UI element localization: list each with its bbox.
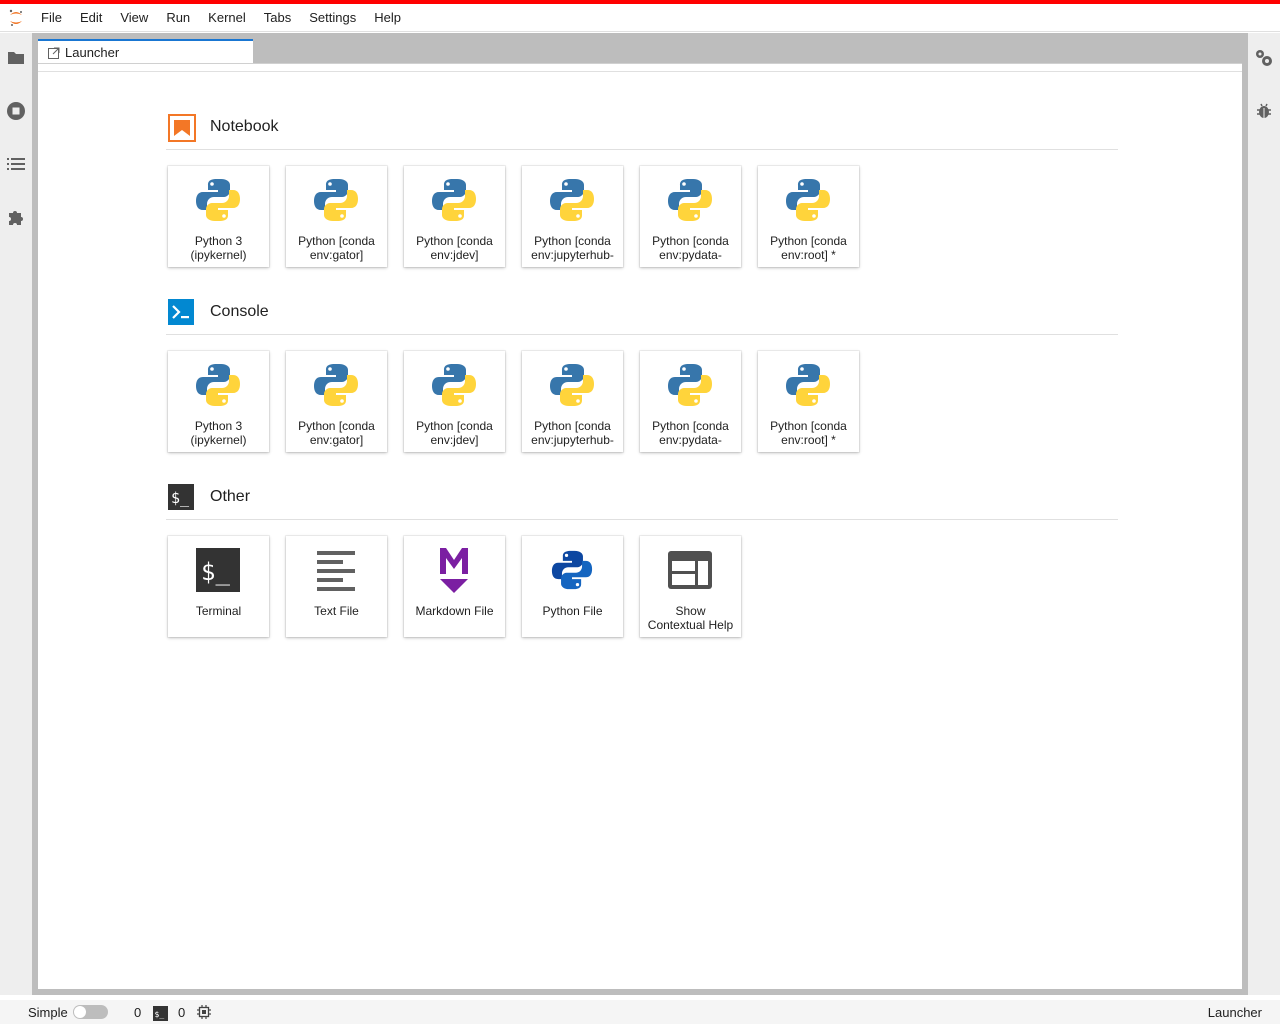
jupyter-logo-icon — [0, 4, 32, 32]
card-label: Python [conda env:pydata- — [652, 234, 729, 262]
svg-text:$_: $_ — [201, 558, 230, 586]
launcher-card[interactable]: Python [conda env:jdev] — [404, 351, 505, 452]
python-logo-icon — [194, 176, 242, 224]
launcher-card[interactable]: Python [conda env:root] * — [758, 351, 859, 452]
main-dock-area: Launcher Notebook Python 3 (ipykernel) P… — [32, 33, 1248, 995]
python-logo-icon — [312, 176, 360, 224]
card-label: Python [conda env:jupyterhub- — [531, 419, 614, 447]
python-logo-icon — [194, 361, 242, 409]
extension-manager-icon[interactable] — [6, 207, 26, 227]
python-logo-icon — [548, 361, 596, 409]
menu-file[interactable]: File — [32, 4, 71, 32]
launcher-card[interactable]: Show Contextual Help — [640, 536, 741, 637]
section-header: Console — [166, 297, 1118, 335]
console-icon — [168, 299, 194, 325]
launcher-card[interactable]: Markdown File — [404, 536, 505, 637]
launcher-card[interactable]: Python [conda env:pydata- — [640, 351, 741, 452]
launcher-card[interactable]: Python [conda env:jupyterhub- — [522, 351, 623, 452]
card-label: Python File — [542, 604, 603, 618]
section-title: Other — [210, 488, 251, 505]
svg-text:$_: $_ — [171, 489, 190, 507]
launcher-card[interactable]: Python File — [522, 536, 623, 637]
terminal-icon: $_ — [168, 484, 194, 510]
simple-mode-toggle[interactable] — [73, 1005, 108, 1019]
status-current-activity: Launcher — [1207, 1005, 1262, 1020]
right-sidebar — [1248, 33, 1280, 995]
python-logo-icon — [430, 361, 478, 409]
menu-settings[interactable]: Settings — [300, 4, 365, 32]
launcher-panel: Notebook Python 3 (ipykernel) Python [co… — [38, 63, 1242, 989]
python-logo-icon — [430, 176, 478, 224]
launcher-card[interactable]: Python [conda env:root] * — [758, 166, 859, 267]
toggle-knob — [74, 1006, 86, 1018]
card-label: Python [conda env:jdev] — [416, 419, 493, 447]
terminal-count[interactable]: 0 — [178, 1005, 185, 1020]
card-label: Python [conda env:jupyterhub- — [531, 234, 614, 262]
divider — [38, 71, 1242, 72]
card-label: Python [conda env:root] * — [770, 234, 847, 262]
card-label: Python [conda env:root] * — [770, 419, 847, 447]
card-label: Python [conda env:jdev] — [416, 234, 493, 262]
kernel-count[interactable]: 0 — [134, 1005, 141, 1020]
card-label: Python 3 (ipykernel) — [190, 234, 247, 262]
simple-mode-label: Simple — [28, 1005, 68, 1020]
tab-bar: Launcher — [38, 39, 1242, 64]
card-label: Python 3 (ipykernel) — [190, 419, 247, 447]
card-label: Markdown File — [415, 604, 494, 618]
menubar: File Edit View Run Kernel Tabs Settings … — [0, 4, 1280, 32]
svg-text:$_: $_ — [155, 1010, 165, 1019]
contextual-help-icon — [666, 546, 714, 594]
card-label: Python [conda env:pydata- — [652, 419, 729, 447]
table-of-contents-icon[interactable] — [6, 154, 26, 174]
kernel-icon[interactable] — [197, 1005, 211, 1022]
tab-launcher-label: Launcher — [65, 45, 120, 60]
launcher-icon — [48, 47, 60, 59]
menu-tabs[interactable]: Tabs — [255, 4, 300, 32]
launcher-card[interactable]: Python [conda env:jupyterhub- — [522, 166, 623, 267]
card-label: Terminal — [195, 604, 242, 618]
card-label: Text File — [314, 604, 359, 618]
markdown-icon — [430, 546, 478, 594]
python-logo-icon — [548, 176, 596, 224]
section-title: Console — [210, 303, 269, 320]
left-sidebar — [0, 33, 32, 995]
card-label: Show Contextual Help — [647, 604, 734, 632]
launcher-card[interactable]: Python 3 (ipykernel) — [168, 166, 269, 267]
python-logo-icon — [666, 176, 714, 224]
launcher-card[interactable]: $_ Terminal — [168, 536, 269, 637]
section-header: $_ Other — [166, 482, 1118, 520]
python-logo-icon — [312, 361, 360, 409]
launcher-card[interactable]: Python [conda env:pydata- — [640, 166, 741, 267]
notebook-icon — [168, 114, 196, 142]
menu-view[interactable]: View — [111, 4, 157, 32]
section-header: Notebook — [166, 112, 1118, 150]
launcher-card[interactable]: Python [conda env:gator] — [286, 166, 387, 267]
terminal-icon: $_ — [194, 546, 242, 594]
terminal-icon[interactable]: $_ — [153, 1006, 168, 1024]
menu-help[interactable]: Help — [365, 4, 410, 32]
launcher-card[interactable]: Python [conda env:jdev] — [404, 166, 505, 267]
python-file-icon — [548, 546, 596, 594]
card-label: Python [conda env:gator] — [298, 234, 375, 262]
launcher-card[interactable]: Text File — [286, 536, 387, 637]
python-logo-icon — [784, 176, 832, 224]
running-sessions-icon[interactable] — [6, 101, 26, 121]
python-logo-icon — [784, 361, 832, 409]
status-bar: Simple 0 $_ 0 Launcher — [0, 1000, 1280, 1024]
menu-run[interactable]: Run — [157, 4, 199, 32]
python-logo-icon — [666, 361, 714, 409]
card-label: Python [conda env:gator] — [298, 419, 375, 447]
folder-icon[interactable] — [6, 48, 26, 68]
launcher-card[interactable]: Python 3 (ipykernel) — [168, 351, 269, 452]
debugger-icon[interactable] — [1254, 101, 1274, 121]
launcher-card[interactable]: Python [conda env:gator] — [286, 351, 387, 452]
property-inspector-icon[interactable] — [1254, 48, 1274, 68]
menu-edit[interactable]: Edit — [71, 4, 111, 32]
menu-kernel[interactable]: Kernel — [199, 4, 255, 32]
tab-launcher[interactable]: Launcher — [38, 39, 253, 64]
text-file-icon — [312, 546, 360, 594]
section-title: Notebook — [210, 118, 279, 135]
